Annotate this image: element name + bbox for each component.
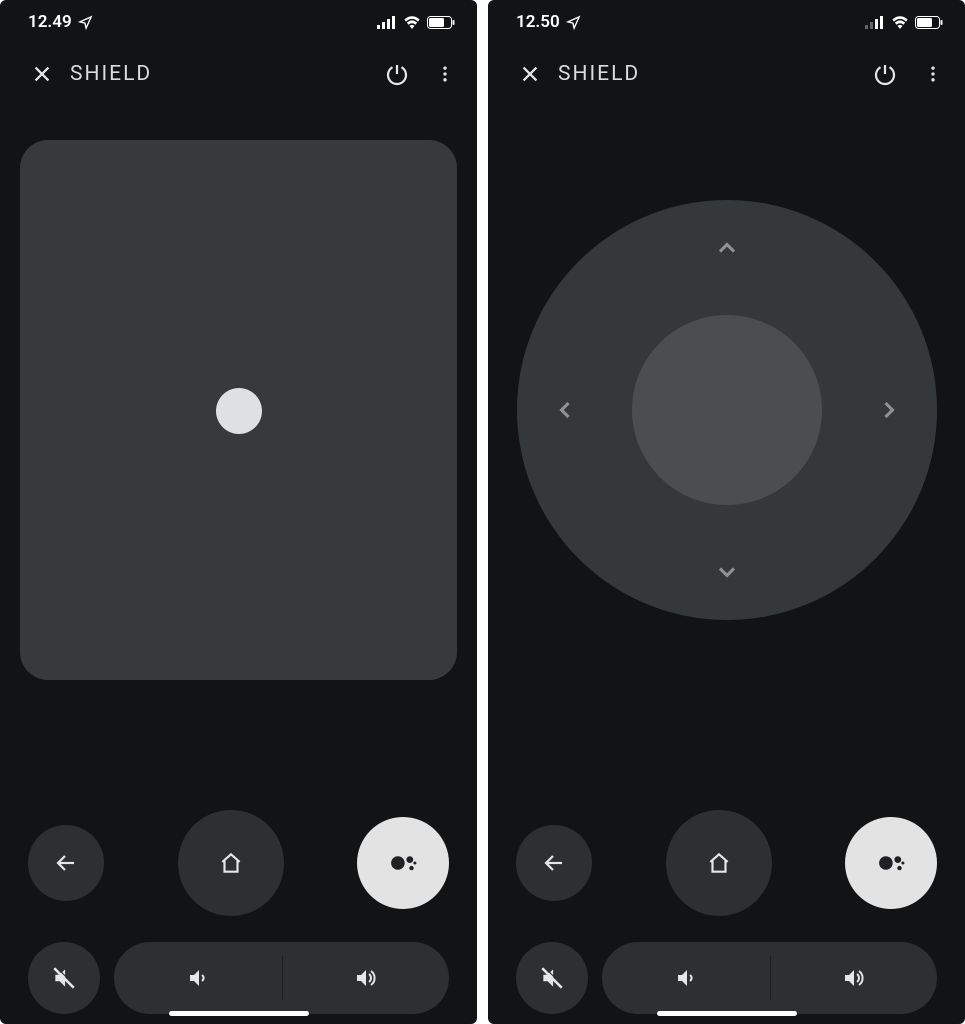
battery-icon: [915, 16, 943, 29]
more-options-button[interactable]: [909, 50, 957, 98]
volume-up-button[interactable]: [770, 942, 938, 1014]
home-button[interactable]: [178, 810, 284, 916]
location-icon: [78, 15, 93, 30]
cellular-icon: [377, 16, 397, 29]
device-title: SHIELD: [558, 62, 861, 86]
phone-screen-dpad: 12.50 SHIELD: [488, 0, 965, 1024]
app-header: SHIELD: [0, 44, 477, 104]
wifi-icon: [403, 16, 421, 29]
volume-row: [0, 928, 477, 1024]
phone-screen-touchpad: 12.49 SHIELD: [0, 0, 477, 1024]
volume-down-button[interactable]: [602, 942, 770, 1014]
close-button[interactable]: [22, 54, 62, 94]
assistant-button[interactable]: [845, 817, 937, 909]
device-title: SHIELD: [70, 62, 373, 86]
status-time: 12.49: [28, 12, 72, 32]
power-button[interactable]: [373, 50, 421, 98]
dpad-up-button[interactable]: [707, 228, 747, 268]
volume-up-button[interactable]: [282, 942, 450, 1014]
home-indicator: [657, 1011, 797, 1016]
dpad-down-button[interactable]: [707, 552, 747, 592]
cellular-icon: [865, 16, 885, 29]
mute-button[interactable]: [28, 942, 100, 1014]
volume-row: [488, 928, 965, 1024]
status-bar: 12.49: [0, 0, 477, 44]
mute-button[interactable]: [516, 942, 588, 1014]
touchpad-cursor: [216, 388, 262, 434]
status-bar: 12.50: [488, 0, 965, 44]
power-button[interactable]: [861, 50, 909, 98]
dpad-right-button[interactable]: [869, 390, 909, 430]
volume-down-button[interactable]: [114, 942, 282, 1014]
assistant-button[interactable]: [357, 817, 449, 909]
dpad-left-button[interactable]: [545, 390, 585, 430]
home-button[interactable]: [666, 810, 772, 916]
dpad: [508, 140, 945, 680]
battery-icon: [427, 16, 455, 29]
status-time: 12.50: [516, 12, 560, 32]
dpad-ring: [517, 200, 937, 620]
control-area: [0, 104, 477, 770]
nav-button-row: [0, 770, 477, 928]
close-button[interactable]: [510, 54, 550, 94]
control-area: [488, 104, 965, 770]
wifi-icon: [891, 16, 909, 29]
nav-button-row: [488, 770, 965, 928]
volume-pill: [602, 942, 937, 1014]
back-button[interactable]: [516, 825, 592, 901]
app-header: SHIELD: [488, 44, 965, 104]
back-button[interactable]: [28, 825, 104, 901]
volume-pill: [114, 942, 449, 1014]
touchpad[interactable]: [20, 140, 457, 680]
more-options-button[interactable]: [421, 50, 469, 98]
dpad-select-button[interactable]: [632, 315, 822, 505]
location-icon: [566, 15, 581, 30]
home-indicator: [169, 1011, 309, 1016]
